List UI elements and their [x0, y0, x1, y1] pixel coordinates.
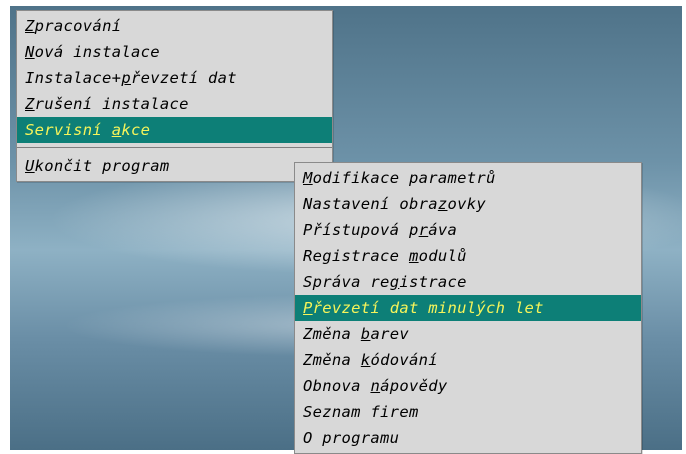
submenu-item-o-programu[interactable]: O programu — [295, 425, 641, 451]
submenu-item-zmena-barev[interactable]: Změna barev — [295, 321, 641, 347]
menu-item-zruseni-instalace[interactable]: Zrušení instalace — [17, 91, 332, 117]
submenu-item-zmena-kodovani[interactable]: Změna kódování — [295, 347, 641, 373]
submenu-item-seznam-firem[interactable]: Seznam firem — [295, 399, 641, 425]
submenu-item-sprava-registrace[interactable]: Správa registrace — [295, 269, 641, 295]
submenu-item-nastaveni-obrazovky[interactable]: Nastavení obrazovky — [295, 191, 641, 217]
menu-item-nova-instalace[interactable]: Nová instalace — [17, 39, 332, 65]
menu-item-servisni-akce[interactable]: Servisní akce — [17, 117, 332, 143]
menu-separator — [17, 147, 332, 148]
menu-item-instalace-prevzeti-dat[interactable]: Instalace+převzetí dat — [17, 65, 332, 91]
servisni-akce-submenu: Modifikace parametrů Nastavení obrazovky… — [294, 162, 642, 454]
submenu-item-prevzeti-dat-minulych-let[interactable]: Převzetí dat minulých let — [295, 295, 641, 321]
submenu-item-pristupova-prava[interactable]: Přístupová práva — [295, 217, 641, 243]
submenu-item-obnova-napovedy[interactable]: Obnova nápovědy — [295, 373, 641, 399]
submenu-item-registrace-modulu[interactable]: Registrace modulů — [295, 243, 641, 269]
menu-item-zpracovani[interactable]: Zpracování — [17, 13, 332, 39]
menu-item-ukoncit-program[interactable]: Ukončit program — [17, 153, 332, 179]
main-menu: Zpracování Nová instalace Instalace+přev… — [16, 10, 333, 182]
submenu-item-modifikace-parametru[interactable]: Modifikace parametrů — [295, 165, 641, 191]
